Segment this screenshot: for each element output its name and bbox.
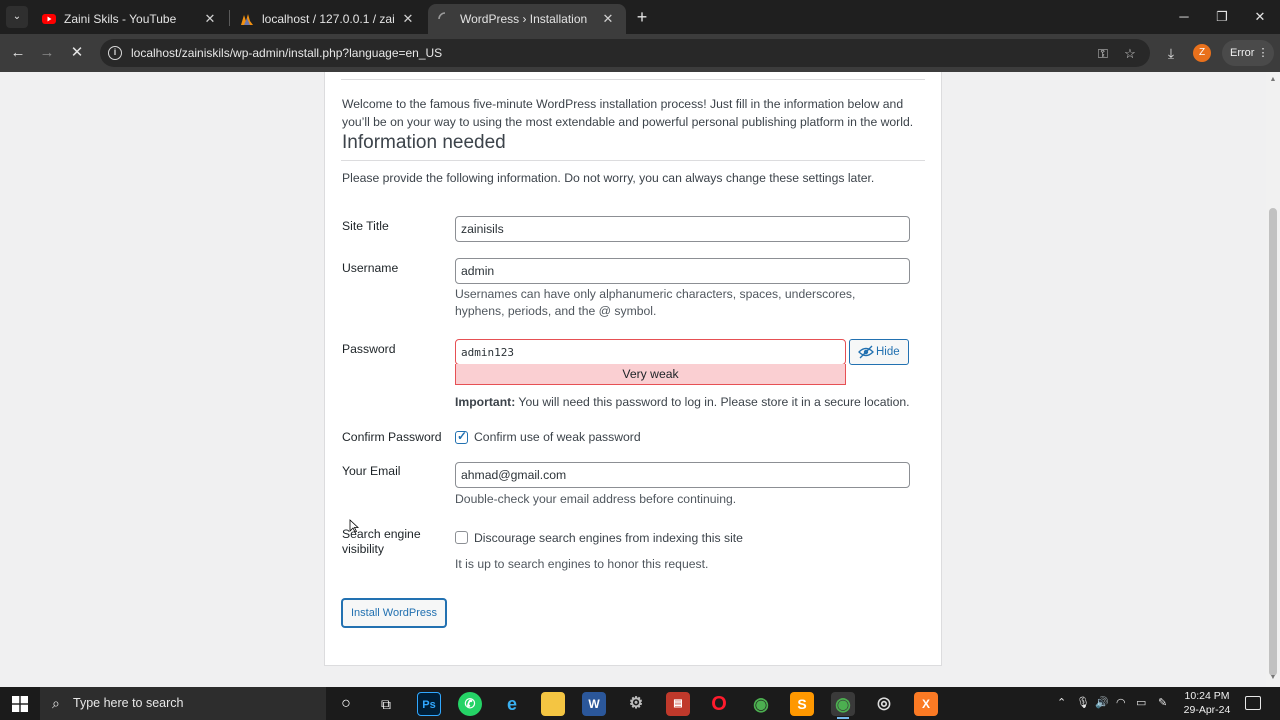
word-icon[interactable]: W	[582, 692, 606, 716]
tab-title: Zaini Skils - YouTube	[64, 12, 177, 26]
photoshop-icon[interactable]: Ps	[417, 692, 441, 716]
scroll-up-icon[interactable]: ▲	[1269, 76, 1277, 83]
browser-tab-bar: ⌄ Zaini Skils - YouTube ✕ localhost / 12…	[0, 0, 1280, 34]
phpmyadmin-icon	[241, 14, 253, 25]
chrome-active-icon[interactable]: ◉	[831, 692, 855, 719]
cortana-icon[interactable]: ○	[334, 692, 358, 716]
windows-start-icon[interactable]	[12, 696, 28, 712]
winrar-icon[interactable]: ▤	[666, 692, 690, 716]
close-tab-icon[interactable]: ✕	[202, 11, 218, 27]
page-heading: Information needed	[342, 132, 506, 153]
password-input[interactable]: admin123	[455, 339, 846, 365]
intro-text: Welcome to the famous five-minute WordPr…	[342, 97, 914, 129]
whatsapp-icon[interactable]: ✆	[458, 692, 482, 716]
tab-search-button[interactable]: ⌄	[6, 6, 28, 28]
close-tab-icon[interactable]: ✕	[600, 11, 616, 27]
obs-icon[interactable]: ◎	[872, 692, 896, 716]
page-scrollbar[interactable]: ▲ ▼	[1266, 72, 1280, 687]
back-arrow-icon[interactable]: ←	[7, 42, 29, 64]
taskbar-search-placeholder: Type here to search	[73, 696, 184, 710]
address-url[interactable]: localhost/zainiskils/wp-admin/install.ph…	[131, 46, 442, 60]
password-label: Password	[342, 342, 396, 356]
edge-icon[interactable]: e	[500, 692, 524, 716]
taskbar-clock[interactable]: 10:24 PM 29-Apr-24	[1176, 689, 1238, 717]
taskbar-search-box[interactable]: ⌕ Type here to search	[40, 687, 326, 720]
profile-avatar[interactable]: Z	[1193, 44, 1211, 62]
restore-icon[interactable]: ❐	[1210, 6, 1234, 28]
sublime-text-icon[interactable]: S	[790, 692, 814, 716]
task-view-icon[interactable]: ⧉	[374, 692, 398, 716]
battery-icon[interactable]: ▭	[1136, 696, 1146, 709]
bookmark-star-icon[interactable]: ☆	[1121, 45, 1139, 63]
install-wordpress-button[interactable]: Install WordPress	[342, 599, 446, 627]
confirm-password-label: Confirm Password	[342, 430, 442, 444]
username-description: Usernames can have only alphanumeric cha…	[455, 287, 856, 318]
important-prefix: Important:	[455, 395, 516, 409]
username-label: Username	[342, 261, 399, 275]
opera-icon[interactable]: O	[707, 692, 731, 716]
email-description: Double-check your email address before c…	[455, 492, 737, 506]
windows-taskbar: ⌕ Type here to search ○ ⧉ Ps ✆ e W ⚙ ▤ O…	[0, 687, 1280, 720]
password-strength-meter: Very weak	[455, 364, 846, 385]
hide-label: Hide	[876, 346, 900, 358]
minimize-icon[interactable]: ─	[1172, 6, 1196, 28]
clock-date: 29-Apr-24	[1183, 704, 1231, 716]
username-input[interactable]: admin	[455, 258, 910, 284]
microphone-icon[interactable]: 🎙	[1076, 696, 1090, 709]
eye-slash-icon	[858, 345, 874, 359]
error-badge[interactable]: Error ⋮	[1222, 40, 1274, 66]
settings-gear-icon[interactable]: ⚙	[624, 692, 648, 716]
close-window-icon[interactable]: ✕	[1248, 6, 1272, 28]
download-icon[interactable]: ⤓	[1160, 42, 1182, 64]
show-hidden-icons[interactable]: ⌃	[1057, 696, 1066, 709]
tab-title: WordPress › Installation	[460, 12, 588, 26]
file-explorer-icon[interactable]	[541, 692, 565, 716]
tab-title: localhost / 127.0.0.1 / zainiskils	[262, 12, 394, 26]
confirm-weak-password-label[interactable]: Confirm use of weak password	[474, 430, 641, 444]
wifi-icon[interactable]: ◠	[1116, 696, 1126, 709]
email-input[interactable]: ahmad@gmail.com	[455, 462, 910, 488]
search-visibility-description: It is up to search engines to honor this…	[455, 557, 709, 571]
site-title-input[interactable]: zainisils	[455, 216, 910, 242]
loading-spinner-icon	[438, 12, 446, 20]
close-tab-icon[interactable]: ✕	[400, 11, 416, 27]
site-title-label: Site Title	[342, 219, 389, 233]
xampp-icon[interactable]: X	[914, 692, 938, 716]
scrollbar-thumb[interactable]	[1269, 208, 1277, 676]
volume-icon[interactable]: 🔊	[1095, 696, 1109, 709]
mouse-cursor-icon	[349, 519, 359, 533]
discourage-search-engines-checkbox[interactable]	[455, 531, 468, 544]
password-important-note: Important: You will need this password t…	[455, 394, 910, 411]
subtitle-text: Please provide the following information…	[342, 171, 875, 185]
divider	[341, 79, 925, 80]
confirm-weak-password-checkbox[interactable]: ✓	[455, 429, 468, 444]
address-bar[interactable]: i localhost/zainiskils/wp-admin/install.…	[100, 39, 1150, 67]
search-visibility-label-line2: visibility	[342, 542, 384, 556]
pen-icon[interactable]: ✎	[1158, 696, 1167, 709]
tab-phpmyadmin[interactable]: localhost / 127.0.0.1 / zainiskils ✕	[230, 4, 426, 34]
clock-time: 10:24 PM	[1184, 690, 1230, 702]
forward-arrow-icon[interactable]: →	[36, 42, 58, 64]
tab-youtube[interactable]: Zaini Skils - YouTube ✕	[32, 4, 228, 34]
error-label: Error	[1230, 47, 1255, 59]
new-tab-button[interactable]: +	[632, 7, 652, 27]
important-text: You will need this password to log in. P…	[515, 395, 910, 409]
password-key-icon[interactable]: ⚿	[1094, 45, 1112, 63]
chrome-icon[interactable]: ◉	[749, 692, 773, 716]
site-info-icon[interactable]: i	[108, 46, 122, 60]
divider	[341, 160, 925, 161]
install-form-card: Welcome to the famous five-minute WordPr…	[324, 72, 942, 666]
scroll-down-icon[interactable]: ▼	[1269, 674, 1277, 681]
hide-password-button[interactable]: Hide	[849, 339, 909, 365]
page-viewport: Welcome to the famous five-minute WordPr…	[0, 72, 1266, 687]
stop-loading-icon[interactable]: ✕	[66, 42, 88, 64]
tab-wordpress-installation[interactable]: WordPress › Installation ✕	[428, 4, 626, 34]
checkmark-icon: ✓	[457, 429, 468, 443]
email-label: Your Email	[342, 464, 401, 478]
browser-toolbar: ← → ✕ i localhost/zainiskils/wp-admin/in…	[0, 34, 1280, 72]
youtube-icon	[42, 14, 56, 24]
search-icon: ⌕	[52, 695, 60, 711]
notification-icon[interactable]	[1245, 696, 1261, 710]
discourage-search-engines-label[interactable]: Discourage search engines from indexing …	[474, 531, 743, 545]
